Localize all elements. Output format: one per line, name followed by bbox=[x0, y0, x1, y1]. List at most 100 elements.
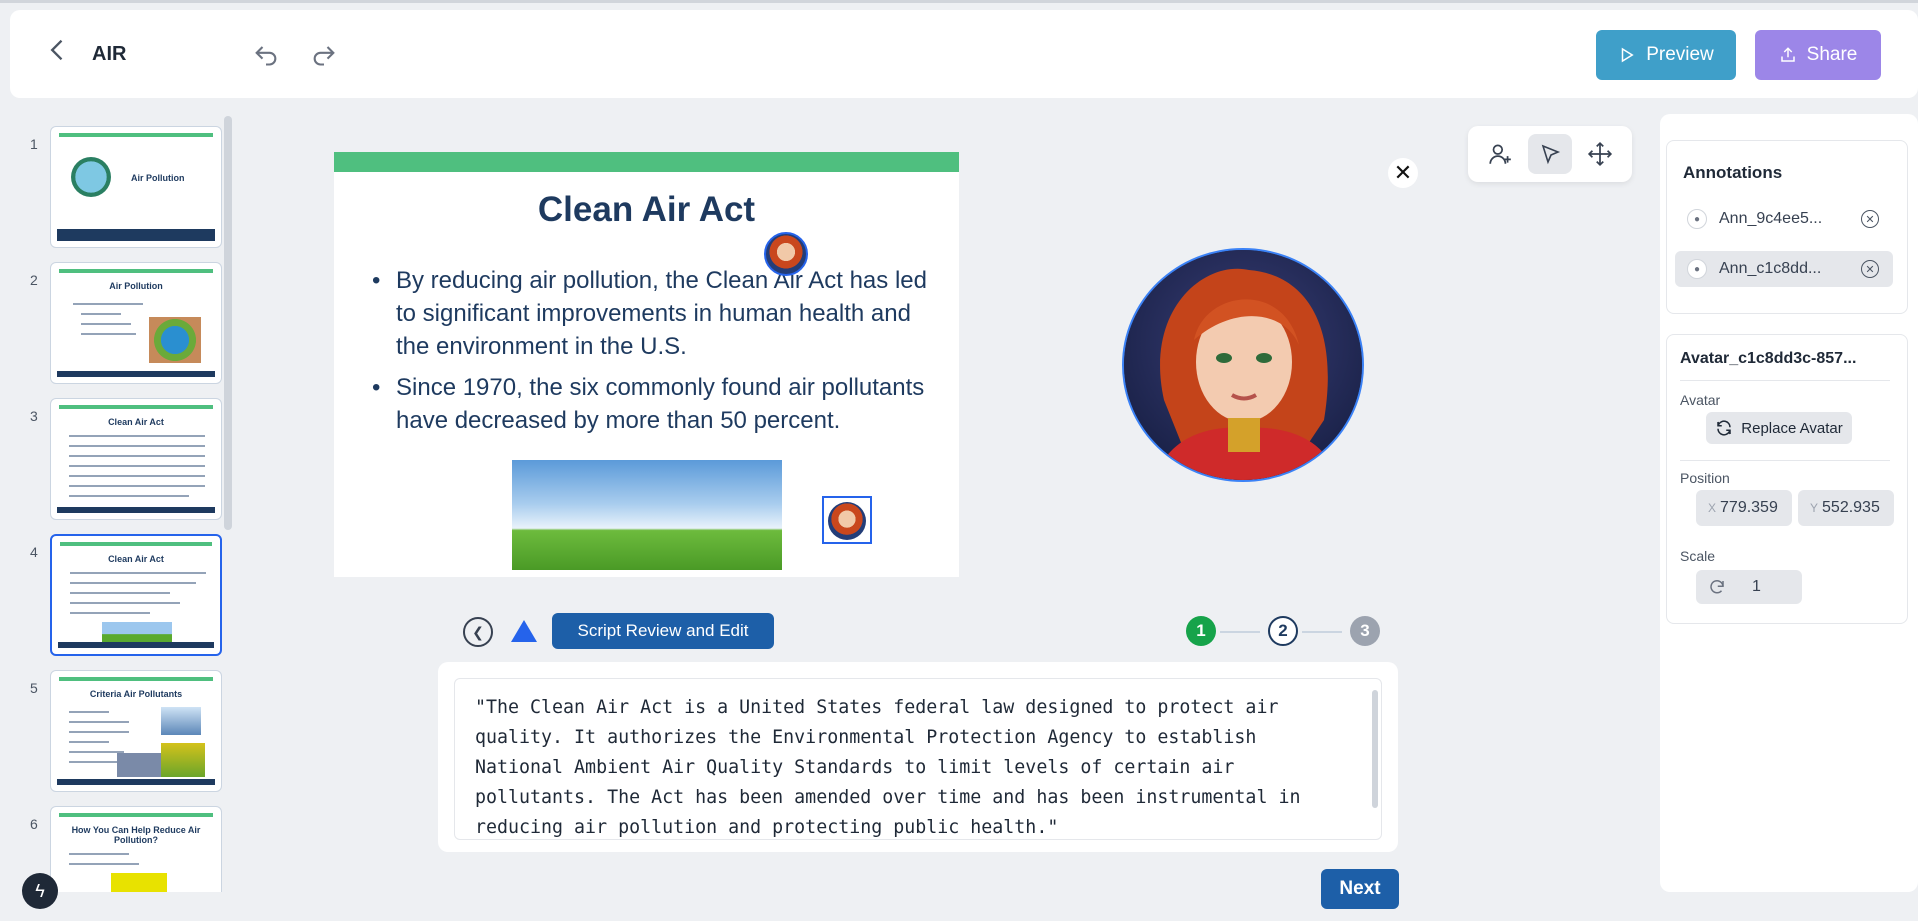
script-review-label[interactable]: Script Review and Edit bbox=[552, 613, 774, 649]
user-icon: ● bbox=[1687, 209, 1707, 229]
annotation-item[interactable]: ● Ann_9c4ee5... ✕ bbox=[1675, 201, 1893, 237]
thumbnail-text-line bbox=[70, 612, 150, 614]
thumbnail-image bbox=[117, 753, 161, 777]
thumbnail-footer bbox=[58, 642, 214, 648]
avatar-preview[interactable] bbox=[1122, 248, 1364, 482]
thumbnail-card[interactable]: Criteria Air Pollutants bbox=[50, 670, 222, 792]
position-x-input[interactable]: X 779.359 bbox=[1696, 490, 1792, 526]
refresh-icon bbox=[1717, 420, 1732, 436]
thumbnail-row[interactable]: 3 Clean Air Act bbox=[10, 386, 236, 520]
thumbnail-text-line bbox=[69, 455, 205, 457]
thumbnail-text-line bbox=[69, 863, 139, 865]
script-panel: "The Clean Air Act is a United States fe… bbox=[438, 662, 1398, 852]
thumbnail-image bbox=[149, 317, 201, 363]
back-arrow-icon[interactable] bbox=[44, 36, 72, 64]
avatar-annotation-marker[interactable] bbox=[764, 232, 808, 276]
thumbnail-number: 2 bbox=[30, 272, 38, 288]
thumbnail-row[interactable]: 2 Air Pollution bbox=[10, 250, 236, 384]
thumbnail-footer bbox=[57, 507, 215, 513]
thumbnail-image bbox=[161, 707, 201, 735]
divider bbox=[1680, 380, 1890, 381]
undo-icon[interactable] bbox=[252, 40, 280, 68]
position-y-input[interactable]: Y 552.935 bbox=[1798, 490, 1894, 526]
select-tool[interactable] bbox=[1528, 134, 1572, 174]
thumbnail-card[interactable]: Air Pollution bbox=[50, 126, 222, 248]
previous-slide-button[interactable]: ❮ bbox=[463, 617, 493, 647]
slide-bullet-list: By reducing air pollution, the Clean Air… bbox=[372, 264, 932, 445]
thumbnail-row[interactable]: 4 Clean Air Act bbox=[10, 522, 236, 656]
avatar-image bbox=[1124, 250, 1362, 480]
thumbnail-text-line bbox=[70, 592, 170, 594]
share-button[interactable]: Share bbox=[1755, 30, 1881, 80]
thumbnail-title: Air Pollution bbox=[131, 173, 185, 183]
thumbnail-title: Air Pollution bbox=[109, 281, 163, 291]
replace-avatar-button[interactable]: Replace Avatar bbox=[1706, 412, 1852, 444]
thumbnail-footer bbox=[57, 779, 215, 785]
thumbnail-image bbox=[111, 873, 167, 892]
avatar-annotation-marker-selected[interactable] bbox=[822, 496, 872, 544]
warning-triangle-icon bbox=[511, 620, 537, 642]
annotation-item-selected[interactable]: ● Ann_c1c8dd... ✕ bbox=[1675, 251, 1893, 287]
position-label: Position bbox=[1680, 470, 1730, 486]
thumbnail-card[interactable]: How You Can Help Reduce Air Pollution? bbox=[50, 806, 222, 892]
thumbnail-text-line bbox=[70, 582, 196, 584]
script-scrollbar[interactable] bbox=[1372, 690, 1378, 808]
cursor-icon bbox=[1541, 144, 1561, 165]
remove-annotation-icon[interactable]: ✕ bbox=[1861, 210, 1879, 228]
preview-button[interactable]: Preview bbox=[1596, 30, 1736, 80]
position-y-value: 552.935 bbox=[1822, 499, 1880, 516]
thumbnail-text-line bbox=[81, 313, 121, 315]
thumbnail-number: 3 bbox=[30, 408, 38, 424]
window-top-border bbox=[0, 0, 1918, 3]
position-x-value: 779.359 bbox=[1720, 499, 1778, 516]
step-connector bbox=[1302, 631, 1342, 633]
thumbnail-bar bbox=[59, 133, 213, 137]
canvas-toolbar bbox=[1468, 126, 1632, 182]
thumbnail-title: Clean Air Act bbox=[108, 417, 164, 427]
replace-avatar-label: Replace Avatar bbox=[1741, 419, 1843, 437]
thumbnail-row[interactable]: 1 Air Pollution bbox=[10, 114, 236, 248]
remove-annotation-icon[interactable]: ✕ bbox=[1861, 260, 1879, 278]
slide-title: Clean Air Act bbox=[537, 190, 756, 229]
step-connector bbox=[1220, 631, 1260, 633]
thumbnail-text-line bbox=[69, 853, 129, 855]
thumbnail-scrollbar[interactable] bbox=[224, 116, 232, 530]
slide-canvas[interactable]: Clean Air Act By reducing air pollution,… bbox=[334, 152, 959, 577]
next-button[interactable]: Next bbox=[1321, 869, 1399, 909]
avatar-name: Avatar_c1c8dd3c-857... bbox=[1680, 350, 1857, 367]
annotations-title: Annotations bbox=[1683, 163, 1783, 182]
add-avatar-tool[interactable] bbox=[1478, 134, 1522, 174]
step-2[interactable]: 2 bbox=[1268, 616, 1298, 646]
move-tool[interactable] bbox=[1578, 134, 1622, 174]
thumbnail-bar bbox=[60, 542, 212, 546]
scale-input[interactable]: 1 bbox=[1696, 570, 1802, 604]
move-icon bbox=[1587, 141, 1613, 167]
redo-icon[interactable] bbox=[310, 40, 338, 68]
thumbnail-image bbox=[102, 622, 172, 644]
slide-bullet: Since 1970, the six commonly found air p… bbox=[372, 371, 932, 437]
thumbnail-number: 6 bbox=[30, 816, 38, 832]
thumbnail-text-line bbox=[69, 465, 205, 467]
scale-label: Scale bbox=[1680, 548, 1716, 564]
thumbnail-text-line bbox=[69, 731, 129, 733]
thumbnail-card-selected[interactable]: Clean Air Act bbox=[50, 534, 222, 656]
thumbnail-text-line bbox=[69, 721, 129, 723]
thumbnail-text-line bbox=[69, 751, 124, 753]
thumbnail-title: Criteria Air Pollutants bbox=[89, 689, 183, 699]
thumbnail-text-line bbox=[70, 602, 180, 604]
step-3[interactable]: 3 bbox=[1350, 616, 1380, 646]
thumbnail-row[interactable]: 5 Criteria Air Pollutants bbox=[10, 658, 236, 792]
annotations-card: Annotations ● Ann_9c4ee5... ✕ ● Ann_c1c8… bbox=[1666, 140, 1908, 314]
slide-thumbnail-list: 1 Air Pollution 2 Air Pollution 3 Clean … bbox=[10, 114, 236, 892]
close-icon[interactable]: ✕ bbox=[1388, 158, 1418, 188]
lightning-icon[interactable]: ϟ bbox=[22, 873, 58, 909]
step-1[interactable]: 1 bbox=[1186, 616, 1216, 646]
thumbnail-card[interactable]: Clean Air Act bbox=[50, 398, 222, 520]
avatar-label: Avatar bbox=[1680, 392, 1721, 408]
y-axis-label: Y bbox=[1810, 501, 1819, 515]
slide-sky-image bbox=[512, 460, 782, 570]
script-textarea[interactable]: "The Clean Air Act is a United States fe… bbox=[454, 678, 1382, 840]
thumbnail-card[interactable]: Air Pollution bbox=[50, 262, 222, 384]
thumbnail-text-line bbox=[69, 475, 205, 477]
thumbnail-footer bbox=[57, 229, 215, 241]
